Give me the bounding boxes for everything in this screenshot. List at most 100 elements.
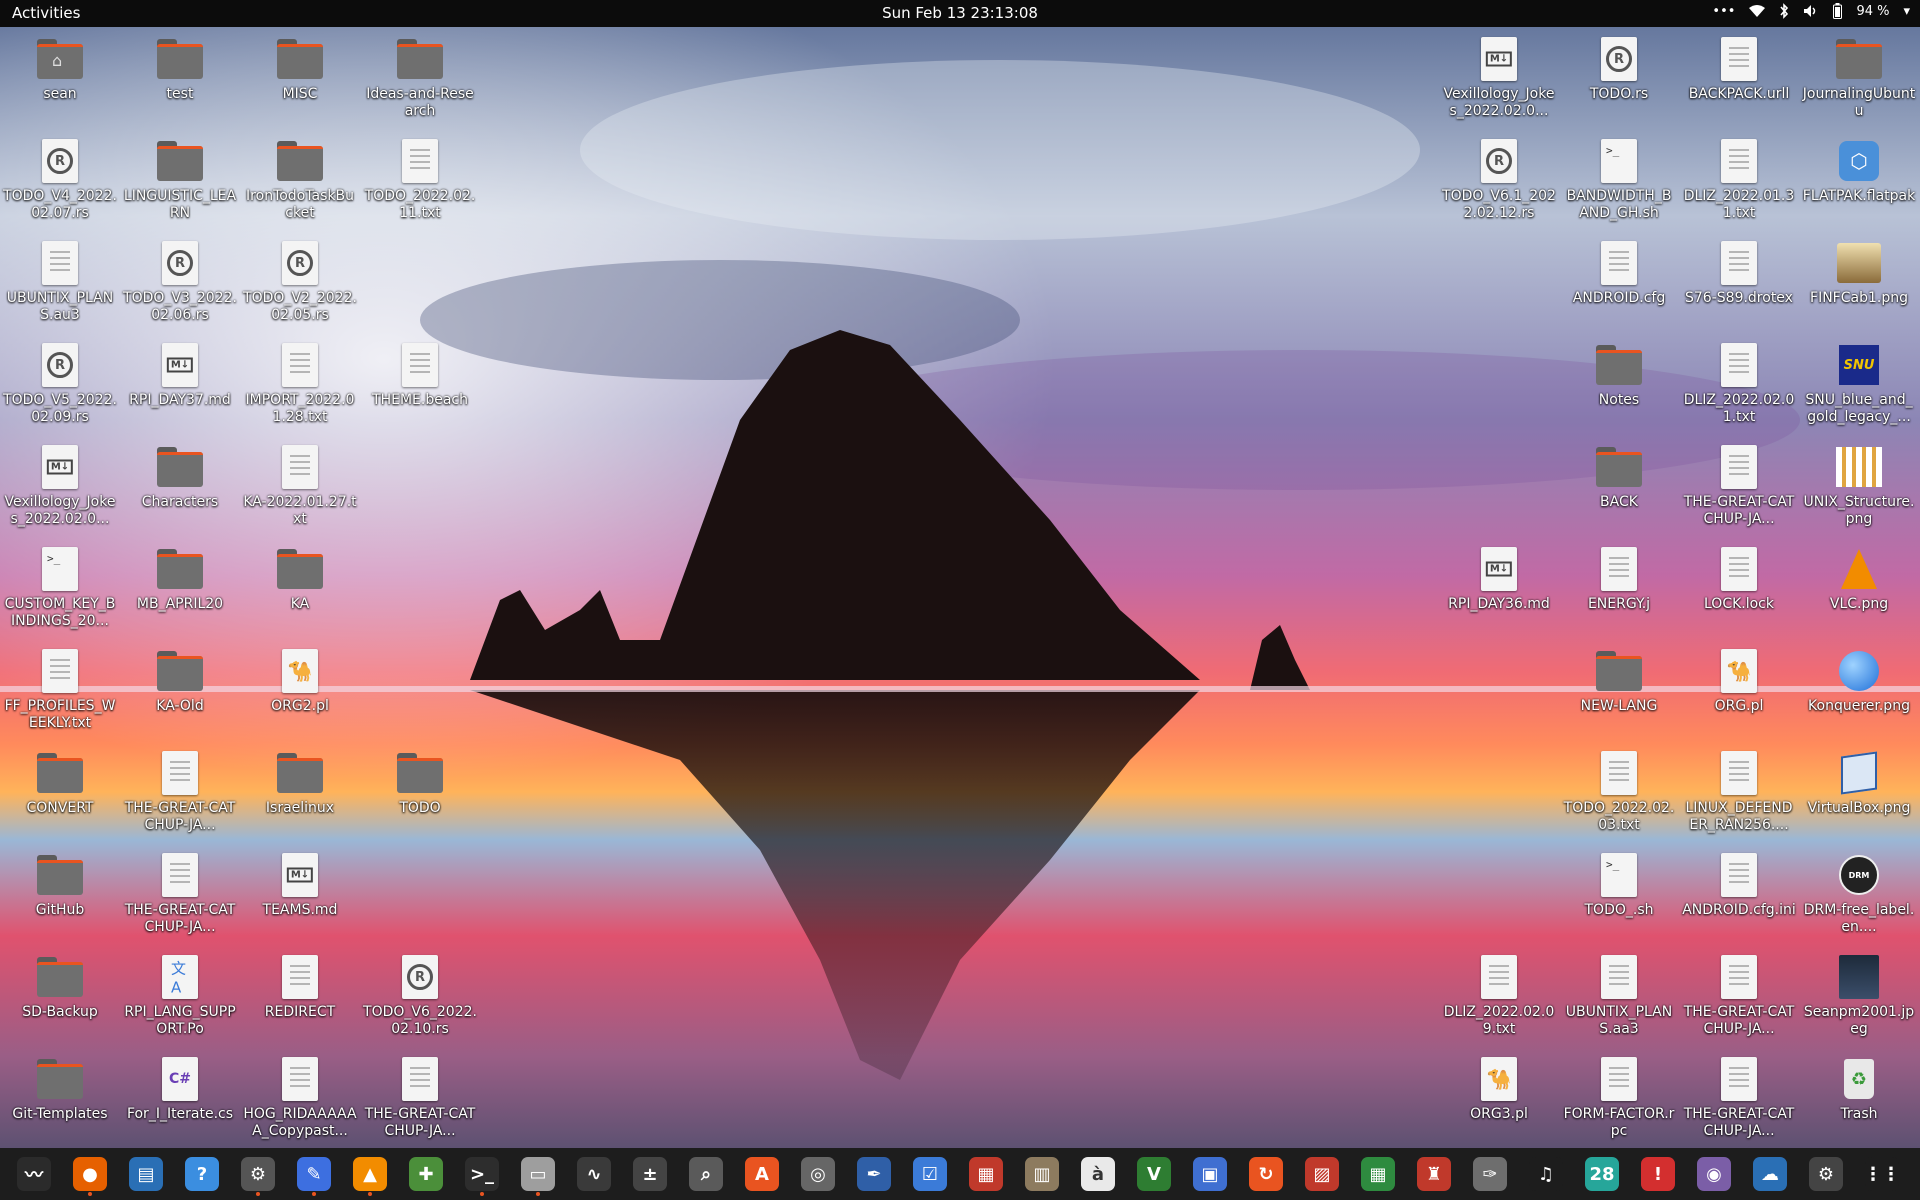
desktop-icon[interactable]: ♻ Trash xyxy=(1800,1056,1918,1123)
dock-item[interactable]: 28 xyxy=(1574,1148,1630,1200)
desktop-icon[interactable]: Notes xyxy=(1560,342,1678,409)
desktop-icon[interactable]: REDIRECT xyxy=(241,954,359,1021)
desktop-icon[interactable]: MB_APRIL20 xyxy=(121,546,239,613)
desktop-icon[interactable]: TODO_2022.02.03.txt xyxy=(1560,750,1678,834)
desktop-icon[interactable]: 🐪 ORG3.pl xyxy=(1440,1056,1558,1123)
desktop-icon[interactable]: M↓ RPI_DAY36.md xyxy=(1440,546,1558,613)
dock-item[interactable]: ! xyxy=(1630,1148,1686,1200)
desktop-icon[interactable]: M↓ TEAMS.md xyxy=(241,852,359,919)
desktop-icon[interactable]: THE-GREAT-CATCHUP-JA... xyxy=(1680,954,1798,1038)
desktop-icon[interactable]: R TODO_V6_2022.02.10.rs xyxy=(361,954,479,1038)
desktop-icon[interactable]: ENERGY.j xyxy=(1560,546,1678,613)
desktop-icon[interactable]: S76-S89.drotex xyxy=(1680,240,1798,307)
system-tray[interactable]: ••• 94 % ▾ xyxy=(1712,3,1910,19)
desktop-icon[interactable]: LOCK.lock xyxy=(1680,546,1798,613)
desktop-icon[interactable]: Ideas-and-Research xyxy=(361,36,479,120)
desktop-icon[interactable]: NEW-LANG xyxy=(1560,648,1678,715)
desktop-icon[interactable]: BACKPACK.urll xyxy=(1680,36,1798,103)
dock-item[interactable]: ⌕ xyxy=(678,1148,734,1200)
desktop-icon[interactable]: UBUNTIX_PLANS.au3 xyxy=(1,240,119,324)
dock-item[interactable]: ▨ xyxy=(1294,1148,1350,1200)
dock-item[interactable]: ∿ xyxy=(566,1148,622,1200)
desktop-icon[interactable]: HOG_RIDAAAAAA_Copypast... xyxy=(241,1056,359,1140)
desktop-icon[interactable]: THE-GREAT-CATCHUP-JA... xyxy=(361,1056,479,1140)
desktop-icon[interactable]: ⬡ FLATPAK.flatpak xyxy=(1800,138,1918,205)
dock-item[interactable]: ▥ xyxy=(1014,1148,1070,1200)
more-icon[interactable]: ••• xyxy=(1712,4,1735,19)
dock-item[interactable]: ▤ xyxy=(118,1148,174,1200)
desktop-icon[interactable]: DLIZ_2022.02.09.txt xyxy=(1440,954,1558,1038)
desktop-icon[interactable]: 文A RPI_LANG_SUPPORT.Po xyxy=(121,954,239,1038)
desktop-icon[interactable]: M↓ Vexillology_Jokes_2022.02.0... xyxy=(1440,36,1558,120)
dock-item[interactable]: 〰 xyxy=(6,1148,62,1200)
desktop-icon[interactable]: DLIZ_2022.01.31.txt xyxy=(1680,138,1798,222)
desktop-icon[interactable]: TODO_2022.02.11.txt xyxy=(361,138,479,222)
dock-item[interactable]: à xyxy=(1070,1148,1126,1200)
desktop-icon[interactable]: DRM DRM-free_label.en.... xyxy=(1800,852,1918,936)
dock-item[interactable]: ▦ xyxy=(958,1148,1014,1200)
desktop-icon[interactable]: CONVERT xyxy=(1,750,119,817)
desktop-icon[interactable]: ⌂ sean xyxy=(1,36,119,103)
dock-item[interactable]: ☑ xyxy=(902,1148,958,1200)
wifi-icon[interactable] xyxy=(1749,4,1766,18)
desktop-icon[interactable]: Git-Templates xyxy=(1,1056,119,1123)
dock-item[interactable]: ▣ xyxy=(1182,1148,1238,1200)
dock-item[interactable]: ◎ xyxy=(790,1148,846,1200)
dock-item[interactable]: ⚙ xyxy=(1798,1148,1854,1200)
desktop-icon[interactable]: KA-2022.01.27.txt xyxy=(241,444,359,528)
desktop-icon[interactable]: TODO xyxy=(361,750,479,817)
dock-item[interactable]: ☁ xyxy=(1742,1148,1798,1200)
desktop-icon[interactable]: VLC.png xyxy=(1800,546,1918,613)
desktop-icon[interactable]: Seanpm2001.jpeg xyxy=(1800,954,1918,1038)
dock-item[interactable]: ± xyxy=(622,1148,678,1200)
desktop-icon[interactable]: M↓ RPI_DAY37.md xyxy=(121,342,239,409)
dock-item[interactable]: ◉ xyxy=(1686,1148,1742,1200)
desktop-icon[interactable]: Israelinux xyxy=(241,750,359,817)
battery-icon[interactable] xyxy=(1833,3,1843,19)
dock-item[interactable]: ✑ xyxy=(1462,1148,1518,1200)
desktop-icon[interactable]: C# For_I_Iterate.cs xyxy=(121,1056,239,1123)
desktop-icon[interactable]: M↓ Vexillology_Jokes_2022.02.0... xyxy=(1,444,119,528)
chevron-down-icon[interactable]: ▾ xyxy=(1903,4,1910,19)
desktop-icon[interactable]: THE-GREAT-CATCHUP-JA... xyxy=(1680,444,1798,528)
desktop-icon[interactable]: THE-GREAT-CATCHUP-JA... xyxy=(1680,1056,1798,1140)
dock-item[interactable]: ✚ xyxy=(398,1148,454,1200)
dock-item[interactable]: >_ xyxy=(454,1148,510,1200)
dock-item[interactable]: ⚙ xyxy=(230,1148,286,1200)
desktop-icon[interactable]: FORM-FACTOR.rpc xyxy=(1560,1056,1678,1140)
clock[interactable]: Sun Feb 13 23:13:08 xyxy=(882,4,1038,22)
desktop-icon[interactable]: ANDROID.cfg.ini xyxy=(1680,852,1798,919)
desktop-icon[interactable]: MISC xyxy=(241,36,359,103)
desktop-icon[interactable]: R TODO_V5_2022.02.09.rs xyxy=(1,342,119,426)
dock-item[interactable]: ✒ xyxy=(846,1148,902,1200)
battery-percentage[interactable]: 94 % xyxy=(1856,4,1889,19)
dock-item[interactable]: ⋮⋮ xyxy=(1854,1148,1910,1200)
volume-icon[interactable] xyxy=(1803,4,1819,18)
desktop-icon[interactable]: IronTodoTaskBucket xyxy=(241,138,359,222)
desktop-icon[interactable]: IMPORT_2022.01.28.txt xyxy=(241,342,359,426)
desktop-icon[interactable]: R TODO_V3_2022.02.06.rs xyxy=(121,240,239,324)
desktop-icon[interactable]: SNU SNU_blue_and_gold_legacy_... xyxy=(1800,342,1918,426)
desktop-icon[interactable]: GitHub xyxy=(1,852,119,919)
dock-item[interactable]: ♫ xyxy=(1518,1148,1574,1200)
desktop-icon[interactable]: test xyxy=(121,36,239,103)
desktop-icon[interactable]: ANDROID.cfg xyxy=(1560,240,1678,307)
desktop-icon[interactable]: VirtualBox.png xyxy=(1800,750,1918,817)
dock-item[interactable]: ✎ xyxy=(286,1148,342,1200)
desktop-icon[interactable]: UNIX_Structure.png xyxy=(1800,444,1918,528)
desktop-icon[interactable]: SD-Backup xyxy=(1,954,119,1021)
desktop-icon[interactable]: JournalingUbuntu xyxy=(1800,36,1918,120)
desktop-icon[interactable]: >_ CUSTOM_KEY_BINDINGS_20... xyxy=(1,546,119,630)
dock-item[interactable]: ↻ xyxy=(1238,1148,1294,1200)
desktop-icon[interactable]: THE-GREAT-CATCHUP-JA... xyxy=(121,852,239,936)
desktop-icon[interactable]: LINUX_DEFENDER_RAN256.... xyxy=(1680,750,1798,834)
dock-item[interactable]: ▭ xyxy=(510,1148,566,1200)
desktop-icon[interactable]: THEME.beach xyxy=(361,342,479,409)
dock-item[interactable]: ▲ xyxy=(342,1148,398,1200)
activities-button[interactable]: Activities xyxy=(12,4,80,22)
desktop-icon[interactable]: R TODO_V4_2022.02.07.rs xyxy=(1,138,119,222)
desktop-icon[interactable]: Characters xyxy=(121,444,239,511)
desktop-icon[interactable]: DLIZ_2022.02.01.txt xyxy=(1680,342,1798,426)
desktop-icon[interactable]: R TODO_V2_2022.02.05.rs xyxy=(241,240,359,324)
dock-item[interactable]: ● xyxy=(62,1148,118,1200)
